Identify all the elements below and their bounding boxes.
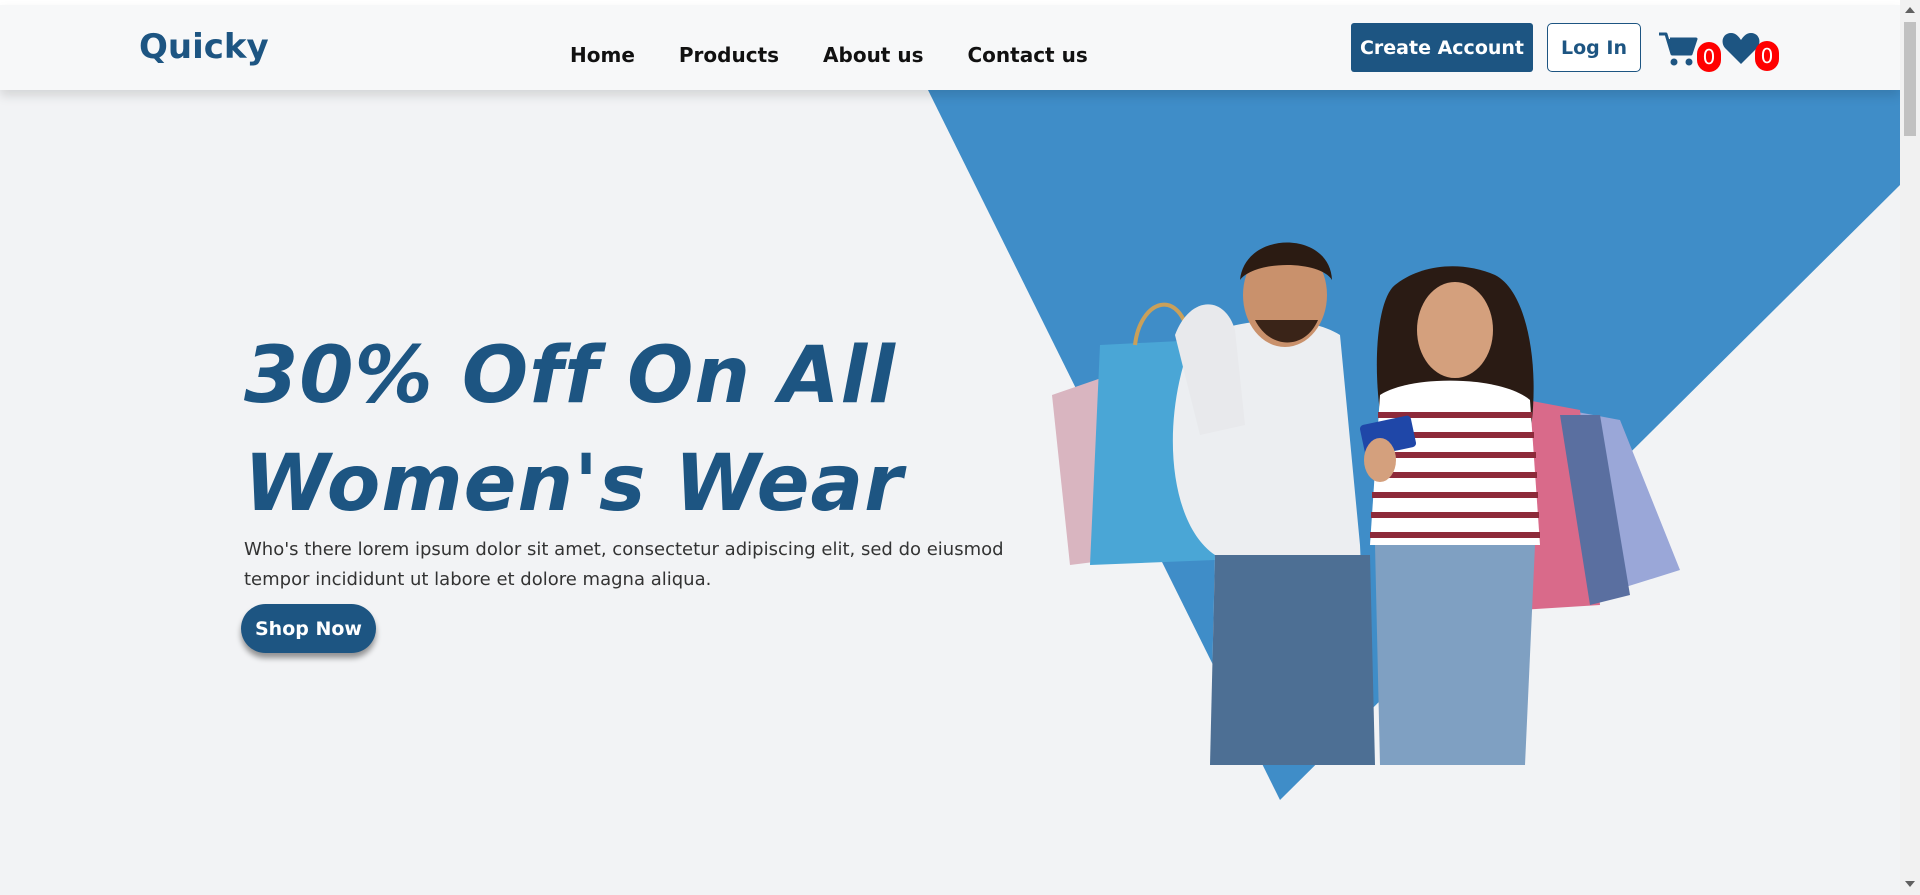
navbar: Quicky Home Products About us Contact us… bbox=[0, 5, 1900, 90]
brand-logo[interactable]: Quicky bbox=[139, 27, 269, 67]
scrollbar-thumb[interactable] bbox=[1904, 22, 1916, 136]
hero-description: Who's there lorem ipsum dolor sit amet, … bbox=[244, 535, 1004, 595]
vertical-scrollbar[interactable] bbox=[1900, 0, 1920, 895]
create-account-button[interactable]: Create Account bbox=[1351, 23, 1533, 72]
scroll-down-arrow-icon[interactable] bbox=[1905, 881, 1915, 887]
cart-count-badge: 0 bbox=[1697, 42, 1721, 72]
hero-description-line-1: Who's there lorem ipsum dolor sit amet, … bbox=[244, 539, 1004, 560]
hero-title-line-1: 30% Off On All bbox=[244, 331, 897, 421]
shop-now-button[interactable]: Shop Now bbox=[241, 604, 376, 653]
shopping-cart-icon[interactable] bbox=[1658, 29, 1698, 69]
hero-title: 30% Off On All Women's Wear bbox=[244, 322, 1044, 538]
scroll-up-arrow-icon[interactable] bbox=[1905, 7, 1915, 13]
hero-couple-image bbox=[1052, 242, 1680, 765]
hero-title-line-2: Women's Wear bbox=[244, 439, 904, 529]
nav-link-home[interactable]: Home bbox=[570, 43, 635, 67]
wishlist-count-badge: 0 bbox=[1755, 41, 1779, 71]
main-navigation: Home Products About us Contact us bbox=[570, 43, 1088, 67]
nav-link-about[interactable]: About us bbox=[823, 43, 923, 67]
nav-link-contact[interactable]: Contact us bbox=[967, 43, 1087, 67]
hero-description-line-2: tempor incididunt ut labore et dolore ma… bbox=[244, 569, 712, 590]
login-button[interactable]: Log In bbox=[1547, 23, 1641, 72]
nav-link-products[interactable]: Products bbox=[679, 43, 779, 67]
